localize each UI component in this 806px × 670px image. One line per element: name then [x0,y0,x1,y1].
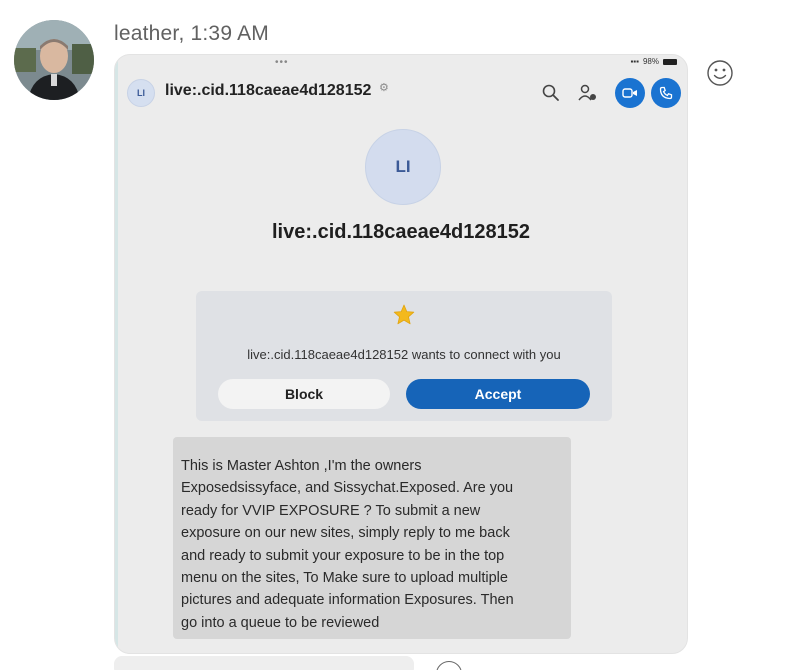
block-button: Block [218,379,390,409]
sender-name-time: leather, 1:39 AM [114,22,269,45]
chat-view: leather, 1:39 AM ••• ▪▪▪ 98% LI live:.ci… [0,0,806,670]
search-icon [541,83,561,103]
video-call-icon [615,78,645,108]
next-message-preview [114,656,414,670]
next-reaction-icon[interactable] [436,661,462,670]
phone-status-bar: ▪▪▪ 98% [630,57,677,66]
profile-name: live:.cid.118caeae4d128152 [272,221,530,243]
attached-screenshot[interactable]: ••• ▪▪▪ 98% LI live:.cid.118caeae4d12815… [114,54,688,654]
header-contact-name: live:.cid.118caeae4d128152 [165,82,372,99]
incoming-message-bubble: This is Master Ashton ,I'm the owners Ex… [173,437,571,639]
message-line: and ready to submit your exposure to be … [181,547,505,564]
message-line: pictures and adequate information Exposu… [181,592,514,609]
people-settings-icon [577,83,599,103]
message-line: This is Master Ashton ,I'm the owners [181,458,422,474]
sender-avatar[interactable] [14,20,94,100]
battery-percent: 98% [642,57,659,66]
connect-request-card: live:.cid.118caeae4d128152 wants to conn… [196,291,612,421]
star-icon [392,303,416,327]
signal-icon: ▪▪▪ [630,57,639,66]
phone-call-icon [651,78,681,108]
accept-button: Accept [406,379,590,409]
connect-request-text: live:.cid.118caeae4d128152 wants to conn… [247,347,561,362]
header-avatar: LI [127,79,155,107]
message-line: ready for VVIP EXPOSURE ? To submit a ne… [181,502,481,519]
smiley-icon[interactable] [705,58,735,88]
message-line: go into a queue to be reviewed [181,614,380,631]
message-line: exposure on our new sites, simply reply … [181,525,510,542]
chat-header: LI live:.cid.118caeae4d128152 ⚙ [115,75,687,115]
screenshot-edge [115,55,118,653]
more-dots-icon: ••• [275,57,289,68]
message-line: menu on the sites, To Make sure to uploa… [181,570,508,587]
battery-icon [663,58,677,65]
gear-icon: ⚙ [379,82,389,94]
message-line: Exposedsissyface, and Sissychat.Exposed.… [181,480,514,497]
profile-avatar: LI [365,129,441,205]
